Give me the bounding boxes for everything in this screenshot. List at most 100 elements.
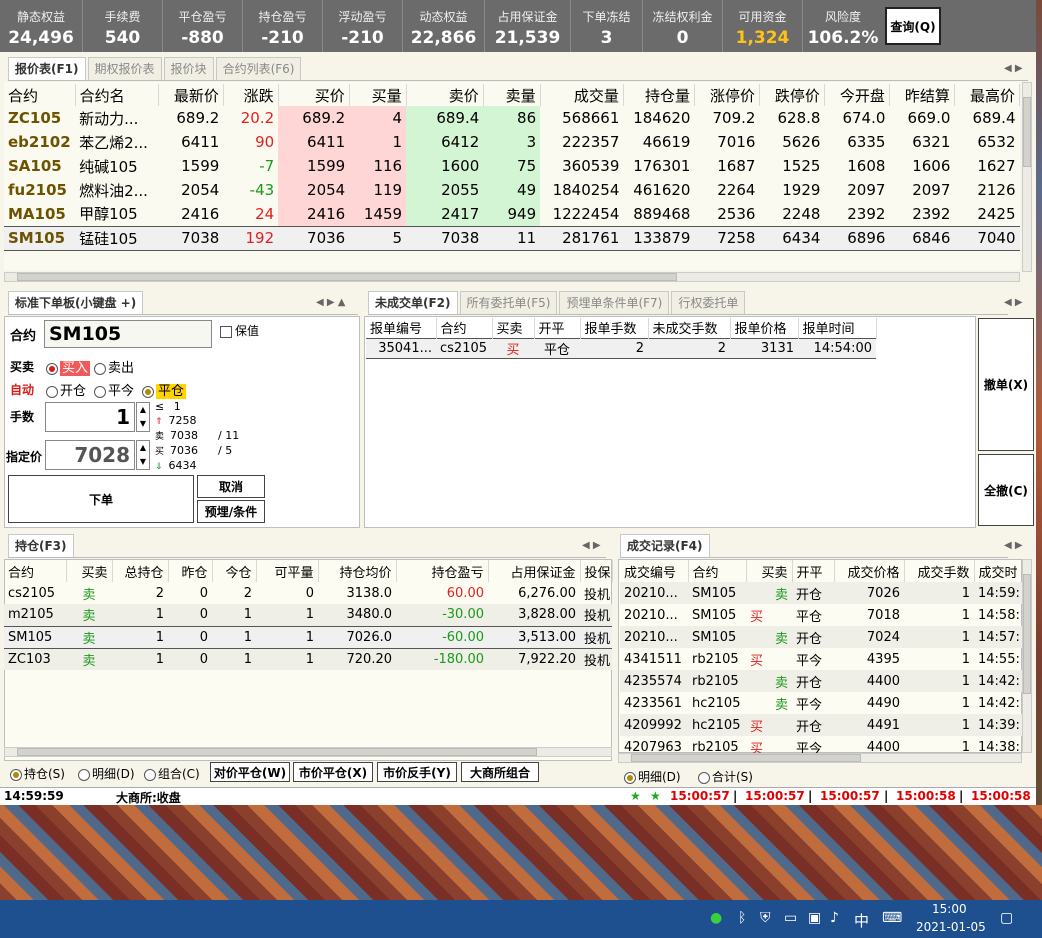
- market-close-button[interactable]: 市价平仓(X): [293, 762, 373, 782]
- dce-combo-button[interactable]: 大商所组合: [461, 762, 539, 782]
- tab-preset-orders[interactable]: 预埋单条件单(F7): [559, 291, 670, 314]
- order-panel-arrows-icon[interactable]: ◀ ▶ ▲: [316, 297, 345, 308]
- cancel-all-button[interactable]: 全撤(C): [978, 454, 1034, 526]
- spin-down-icon[interactable]: ▼: [137, 417, 149, 431]
- wechat-icon[interactable]: ●: [710, 910, 722, 926]
- pending-order-row[interactable]: 35041... cs2105 买平仓 22 3131 14:54:00: [366, 337, 876, 359]
- cancel-button[interactable]: 取消: [197, 475, 265, 498]
- quote-row[interactable]: SA105 纯碱105 1599 -7 1599 116 1600 75 360539 1…: [4, 154, 1020, 178]
- positions-horizontal-scrollbar[interactable]: [4, 747, 612, 757]
- market-reverse-button[interactable]: 市价反手(Y): [377, 762, 457, 782]
- position-tab-arrows-icon[interactable]: ◀ ▶: [582, 540, 601, 551]
- auto-label[interactable]: 自动: [10, 381, 34, 398]
- position-row[interactable]: m2105 卖 101 1 3480.0 -30.00 3,828.00 投机: [4, 604, 612, 626]
- counter-price-close-button[interactable]: 对价平仓(W): [210, 762, 290, 782]
- price-stepper[interactable]: ▲ ▼: [136, 440, 150, 470]
- tab-option-quote[interactable]: 期权报价表: [87, 57, 162, 80]
- battery-icon[interactable]: ▭: [784, 910, 797, 926]
- radio-selected-icon: [624, 771, 636, 784]
- taskbar-date[interactable]: 2021-01-05: [916, 920, 986, 934]
- open-radio[interactable]: 开仓: [46, 380, 86, 399]
- col-open-interest[interactable]: 持仓量: [623, 84, 695, 106]
- tab-quote-block[interactable]: 报价块: [163, 57, 214, 80]
- quote-tab-arrows-icon[interactable]: ◀ ▶: [1004, 63, 1023, 74]
- price-input[interactable]: 7028: [45, 440, 135, 470]
- col-bid[interactable]: 买价: [278, 84, 350, 106]
- position-row[interactable]: ZC103 卖 101 1 720.20 -180.00 7,922.20 投机: [4, 648, 612, 670]
- quote-header-row: 合约 合约名 最新价 涨跌 买价 买量 卖价 卖量 成交量 持仓量 涨停价 跌停…: [4, 84, 1021, 106]
- security-shield-icon[interactable]: ⛨: [760, 910, 771, 926]
- trade-row[interactable]: 4235574 rb2105 卖开仓 4400 1 14:42:: [620, 670, 1022, 692]
- tab-standard-order[interactable]: 标准下单板(小键盘 +): [8, 291, 144, 314]
- col-prev-settle[interactable]: 昨结算: [889, 84, 955, 106]
- trade-row[interactable]: 4209992 hc2105 买开仓 4491 1 14:39:: [620, 714, 1022, 736]
- trade-row[interactable]: 4341511 rb2105 买平今 4395 1 14:55:: [620, 648, 1022, 670]
- trade-detail-radio[interactable]: 明细(D): [624, 768, 681, 785]
- tab-trade-records[interactable]: 成交记录(F4): [620, 534, 710, 557]
- col-last[interactable]: 最新价: [158, 84, 224, 106]
- quote-row[interactable]: fu2105 燃料油2... 2054 -43 2054 119 2055 49 184…: [4, 178, 1020, 202]
- col-limit-up[interactable]: 涨停价: [694, 84, 760, 106]
- trade-row[interactable]: 20210... SM105 卖开仓 7026 1 14:59:: [620, 582, 1022, 604]
- tab-exercise-orders[interactable]: 行权委托单: [671, 291, 746, 314]
- col-contract[interactable]: 合约: [4, 84, 76, 106]
- cancel-order-button[interactable]: 撤单(X): [978, 318, 1034, 451]
- taskbar-time[interactable]: 15:00: [932, 902, 967, 916]
- trade-row[interactable]: 20210... SM105 买平仓 7018 1 14:58:: [620, 604, 1022, 626]
- tab-contract-list[interactable]: 合约列表(F6): [215, 57, 302, 80]
- col-limit-down[interactable]: 跌停价: [759, 84, 825, 106]
- tab-positions[interactable]: 持仓(F3): [8, 534, 74, 557]
- contract-input[interactable]: SM105: [44, 320, 212, 348]
- place-order-button[interactable]: 下单: [8, 475, 194, 523]
- quote-row[interactable]: eb2102 苯乙烯2... 6411 90 6411 1 6412 3 222357 4…: [4, 130, 1020, 154]
- preset-condition-button[interactable]: 预埋/条件: [197, 500, 265, 523]
- qty-stepper[interactable]: ▲ ▼: [136, 402, 150, 432]
- tab-pending-orders[interactable]: 未成交单(F2): [368, 291, 458, 314]
- volume-icon[interactable]: ♪: [830, 910, 839, 926]
- radio-selected-icon: [10, 768, 22, 781]
- keyboard-layout-icon[interactable]: ⌨: [882, 910, 902, 926]
- col-bid-vol[interactable]: 买量: [349, 84, 407, 106]
- bluetooth-icon[interactable]: ᛒ: [738, 910, 746, 926]
- position-row[interactable]: cs2105 卖 202 0 3138.0 60.00 6,276.00 投机: [4, 582, 612, 604]
- col-volume[interactable]: 成交量: [540, 84, 624, 106]
- trade-row[interactable]: 20210... SM105 卖开仓 7024 1 14:57:: [620, 626, 1022, 648]
- col-contract-name[interactable]: 合约名: [75, 84, 159, 106]
- tab-quote-table[interactable]: 报价表(F1): [8, 57, 86, 80]
- close-today-radio[interactable]: 平今: [94, 380, 134, 399]
- notification-icon[interactable]: ▢: [1000, 910, 1013, 926]
- detail-view-radio[interactable]: 明细(D): [78, 765, 135, 782]
- combo-view-radio[interactable]: 组合(C): [144, 765, 200, 782]
- position-row-selected[interactable]: SM105 卖 101 1 7026.0 -60.00 3,513.00 投机: [4, 625, 612, 649]
- trades-vertical-scrollbar[interactable]: [1022, 559, 1032, 753]
- buy-radio[interactable]: 买入: [46, 357, 91, 376]
- qty-input[interactable]: 1: [45, 402, 135, 432]
- quote-row[interactable]: ZC105 新动力... 689.2 20.2 689.2 4 689.4 86 568…: [4, 106, 1020, 130]
- col-ask[interactable]: 卖价: [406, 84, 484, 106]
- close-radio[interactable]: 平仓: [142, 380, 187, 399]
- hedge-checkbox[interactable]: 保值: [220, 322, 259, 339]
- spin-up-icon[interactable]: ▲: [137, 441, 149, 455]
- col-ask-vol[interactable]: 卖量: [483, 84, 541, 106]
- quote-vertical-scrollbar[interactable]: [1022, 82, 1032, 272]
- spin-down-icon[interactable]: ▼: [137, 455, 149, 469]
- quote-row-selected[interactable]: SM105 锰硅105 7038 192 7036 5 7038 11 281761 13…: [4, 225, 1020, 251]
- tab-all-orders[interactable]: 所有委托单(F5): [459, 291, 558, 314]
- trade-tab-arrows-icon[interactable]: ◀ ▶: [1004, 540, 1023, 551]
- col-change[interactable]: 涨跌: [223, 84, 279, 106]
- query-button[interactable]: 查询(Q): [885, 7, 941, 45]
- radio-selected-icon: [142, 385, 154, 398]
- trade-row[interactable]: 4233561 hc2105 卖平今 4490 1 14:42:: [620, 692, 1022, 714]
- trade-total-radio[interactable]: 合计(S): [698, 768, 753, 785]
- quote-horizontal-scrollbar[interactable]: [4, 272, 1020, 282]
- col-today-open[interactable]: 今开盘: [824, 84, 890, 106]
- ime-indicator[interactable]: 中: [854, 910, 869, 931]
- positions-view-radio[interactable]: 持仓(S): [10, 765, 65, 782]
- network-icon[interactable]: ▣: [808, 910, 821, 926]
- quote-row[interactable]: MA105 甲醇105 2416 24 2416 1459 2417 949 12224…: [4, 202, 1020, 226]
- col-high[interactable]: 最高价: [954, 84, 1021, 106]
- spin-up-icon[interactable]: ▲: [137, 403, 149, 417]
- pending-tab-arrows-icon[interactable]: ◀ ▶: [1004, 297, 1023, 308]
- sell-radio[interactable]: 卖出: [94, 357, 134, 376]
- trades-horizontal-scrollbar[interactable]: [618, 753, 1022, 763]
